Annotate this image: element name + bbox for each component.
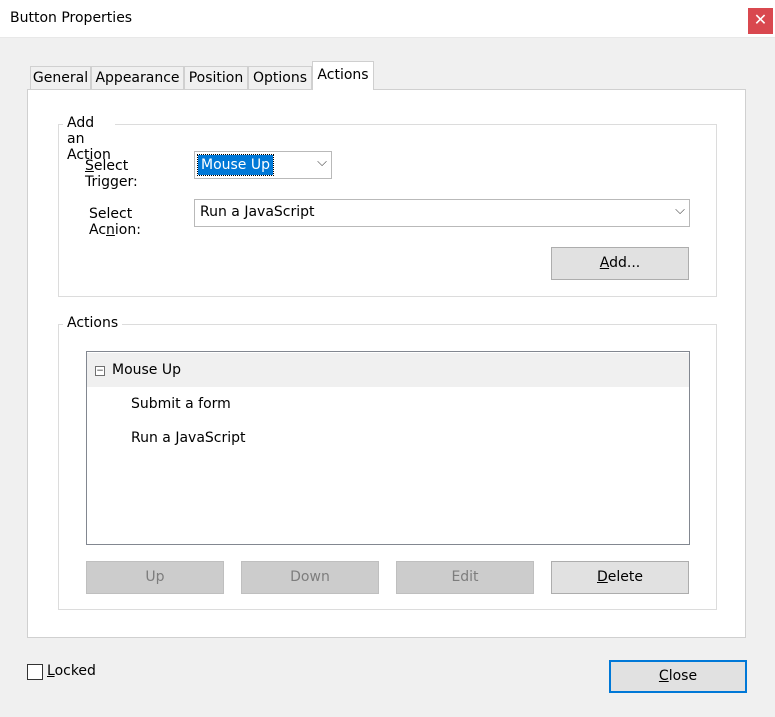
tree-item[interactable]: Submit a form xyxy=(87,387,689,421)
trigger-select[interactable]: Mouse Up ⌵ xyxy=(194,151,332,179)
tree-node-label: Mouse Up xyxy=(112,362,182,378)
close-window-icon[interactable]: ✕ xyxy=(748,8,773,34)
add-button-label: dd... xyxy=(609,255,641,271)
tree-item[interactable]: Run a JavaScript xyxy=(87,421,689,455)
select-action-label-tail: ion: xyxy=(114,222,141,238)
add-button-mnemonic: A xyxy=(599,255,610,271)
delete-button-label: elete xyxy=(607,569,643,585)
tab-appearance[interactable]: Appearance xyxy=(91,66,184,90)
action-select[interactable]: Run a JavaScript ⌵ xyxy=(194,199,690,227)
chevron-down-icon: ⌵ xyxy=(675,203,685,218)
title-bar: Button Properties ✕ xyxy=(0,0,775,38)
collapse-icon[interactable]: − xyxy=(95,366,105,376)
select-action-label: Select Acnion: xyxy=(89,206,141,238)
tree-item-label: Submit a form xyxy=(131,396,231,412)
select-trigger-label-first: S xyxy=(85,158,94,174)
locked-checkbox[interactable] xyxy=(27,664,43,680)
delete-button[interactable]: Delete xyxy=(551,561,689,594)
tree-item-label: Run a JavaScript xyxy=(131,430,246,446)
down-button[interactable]: Down xyxy=(241,561,379,594)
close-button-mnemonic: C xyxy=(658,668,669,684)
locked-label[interactable]: Locked xyxy=(47,663,96,679)
tab-general[interactable]: General xyxy=(30,66,91,90)
close-button-label: lose xyxy=(668,668,698,684)
tab-actions[interactable]: Actions xyxy=(312,61,374,90)
up-button[interactable]: Up xyxy=(86,561,224,594)
close-button[interactable]: Close xyxy=(609,660,747,693)
select-trigger-label-text: elect Trigger: xyxy=(85,158,138,190)
actions-tree[interactable]: − Mouse Up Submit a form Run a JavaScrip… xyxy=(86,351,690,545)
select-trigger-label: Select Trigger: xyxy=(85,158,138,190)
actions-group-title: Actions xyxy=(63,315,123,331)
add-button[interactable]: Add... xyxy=(551,247,689,280)
add-action-group-title: Add an Action xyxy=(63,115,115,163)
window-title: Button Properties xyxy=(10,10,133,26)
tab-options[interactable]: Options xyxy=(248,66,312,90)
trigger-select-value: Mouse Up xyxy=(196,154,275,176)
edit-button[interactable]: Edit xyxy=(396,561,534,594)
chevron-down-icon: ⌵ xyxy=(317,155,327,170)
locked-label-text: ocked xyxy=(54,663,96,679)
tab-position[interactable]: Position xyxy=(184,66,248,90)
delete-button-mnemonic: D xyxy=(597,569,608,585)
select-action-label-mnemonic: n xyxy=(106,222,115,238)
locked-label-mnemonic: L xyxy=(47,663,55,679)
tree-node-mouse-up[interactable]: − Mouse Up xyxy=(87,353,689,387)
action-select-value: Run a JavaScript xyxy=(200,204,315,220)
